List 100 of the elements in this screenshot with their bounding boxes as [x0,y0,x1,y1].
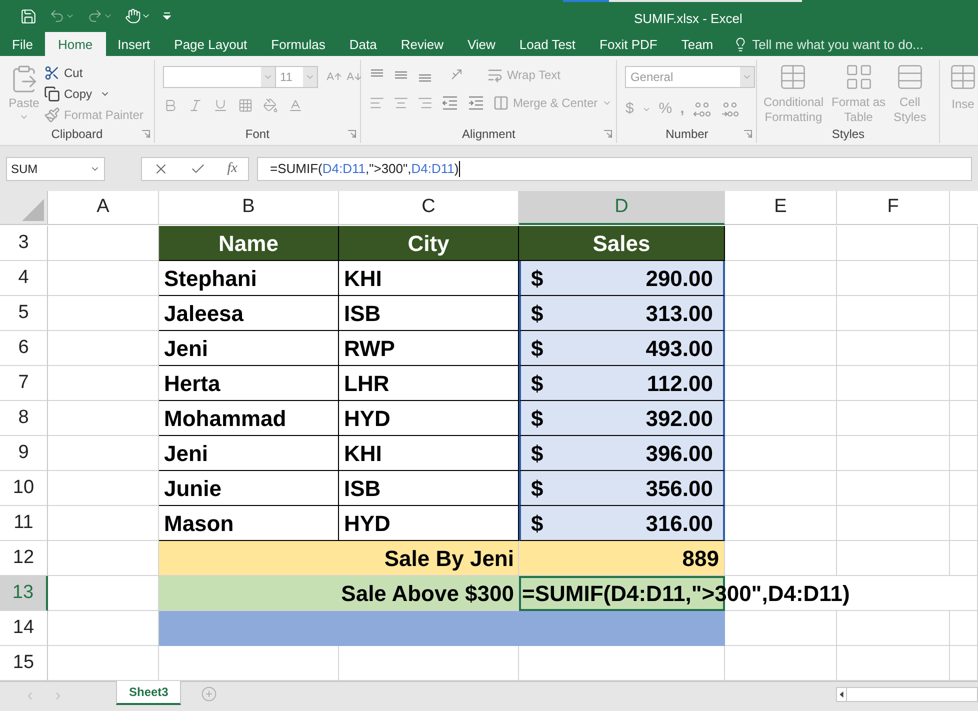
touch-icon[interactable] [125,8,141,24]
paintbrush-icon [44,107,60,124]
dialog-launcher-icon[interactable] [348,130,356,138]
table-header-cell: Sales [519,226,725,261]
row-header[interactable]: 13 [0,576,48,611]
empty-cell [950,436,978,471]
copy-button[interactable]: Copy [44,85,144,104]
row-header[interactable]: 15 [0,646,48,681]
table-cell: $ 493.00 [519,331,725,366]
font-color-icon[interactable] [288,98,303,114]
group-label: Alignment [462,126,516,144]
empty-cell [950,471,978,506]
column-header[interactable]: E [725,191,837,225]
customize-icon[interactable] [163,12,171,20]
decrease-indent-icon[interactable] [440,95,459,112]
row-header[interactable]: 14 [0,611,48,646]
ribbon-tab[interactable]: Load Test [507,32,588,56]
scroll-left-icon[interactable] [837,688,847,701]
ribbon-tab[interactable]: Insert [106,32,162,56]
copy-icon [44,86,60,102]
empty-cell [950,296,978,331]
row-header[interactable]: 10 [0,471,48,506]
empty-cell [950,261,978,296]
ribbon-tab[interactable]: Review [388,32,456,56]
decrease-decimal-icon[interactable] [720,100,740,119]
dialog-launcher-icon[interactable] [604,130,612,138]
table-cell: Sale By Jeni [159,541,519,576]
table-cell: Herta [159,366,339,401]
row-header[interactable]: 11 [0,506,48,541]
row-header[interactable]: 4 [0,261,48,296]
empty-cell [950,366,978,401]
ribbon-tab[interactable]: Page Layout [162,32,260,56]
formula-field[interactable]: =SUMIF(D4:D11,">300",D4:D11) [257,156,972,181]
table-cell: 889 [519,541,725,576]
group-label: Font [245,126,270,144]
table-cell: Jeni [159,436,339,471]
group-label: Number [666,126,708,144]
table-cell: $ 112.00 [519,366,725,401]
column-header[interactable]: B [159,191,339,225]
column-header[interactable]: F [837,191,950,225]
table-cell: $ 313.00 [519,296,725,331]
dialog-launcher-icon[interactable] [744,130,752,138]
table-cell: Jeni [159,331,339,366]
scissors-icon [44,65,60,82]
save-icon[interactable] [20,8,37,25]
increase-indent-icon[interactable] [466,95,485,112]
underline-icon[interactable] [212,98,228,114]
redo-icon[interactable] [87,8,103,24]
table-cell: $ 290.00 [519,261,725,296]
table-header-cell: City [339,226,519,261]
borders-icon[interactable] [238,98,253,114]
ribbon-tab[interactable]: Formulas [259,32,338,56]
insert-function-button[interactable]: fx [227,158,238,180]
horizontal-scrollbar[interactable] [836,687,978,702]
ribbon-tab[interactable]: Foxit PDF [588,32,670,56]
table-cell: $ 392.00 [519,401,725,436]
table-cell: Sale Above $300 [159,576,519,611]
row-header[interactable]: 6 [0,331,48,366]
fill-color-icon[interactable] [262,98,278,114]
ribbon-tab[interactable]: View [455,32,508,56]
row-header[interactable]: 8 [0,401,48,436]
empty-cell [950,331,978,366]
table-cell: Stephani [159,261,339,296]
table-header-cell: Name [159,226,339,261]
table-cell: Junie [159,471,339,506]
increase-decimal-icon[interactable] [692,100,712,119]
row-header[interactable]: 7 [0,366,48,401]
empty-cell [950,401,978,436]
empty-cell [950,576,978,611]
sheet-tab[interactable]: Sheet3 [116,681,182,705]
ribbon-tab[interactable]: Team [669,32,726,56]
merge-icon [492,95,509,112]
window-title: SUMIF.xlsx - Excel [634,10,742,28]
ribbon-tab[interactable]: Home [44,32,106,56]
empty-cell [950,611,978,646]
row-header[interactable]: 9 [0,436,48,471]
group-label: Clipboard [51,126,103,144]
row-header[interactable]: 5 [0,296,48,331]
row-header[interactable]: 3 [0,226,48,261]
cut-button[interactable]: Cut [44,64,144,82]
ribbon-tab[interactable]: Data [337,32,389,56]
table-cell: Jaleesa [159,296,339,331]
group-label: Styles [832,126,865,144]
column-header[interactable]: C [339,191,519,225]
table-cell: Mohammad [159,401,339,436]
name-box[interactable]: SUM [6,156,105,181]
undo-icon[interactable] [49,8,65,24]
table-cell: $ 396.00 [519,436,725,471]
ribbon-tab[interactable]: File [0,32,45,56]
row-header[interactable]: 12 [0,541,48,576]
column-header[interactable]: D [519,191,725,225]
column-header[interactable]: A [48,191,159,225]
empty-cell [950,541,978,576]
tell-me-field[interactable]: Tell me what you want to do... [752,34,924,54]
dialog-launcher-icon[interactable] [142,130,150,138]
italic-icon[interactable] [188,98,203,114]
add-sheet-icon[interactable] [201,686,218,702]
empty-cell [950,506,978,541]
select-all-icon[interactable] [22,199,44,221]
table-cell: $ 316.00 [519,506,725,541]
